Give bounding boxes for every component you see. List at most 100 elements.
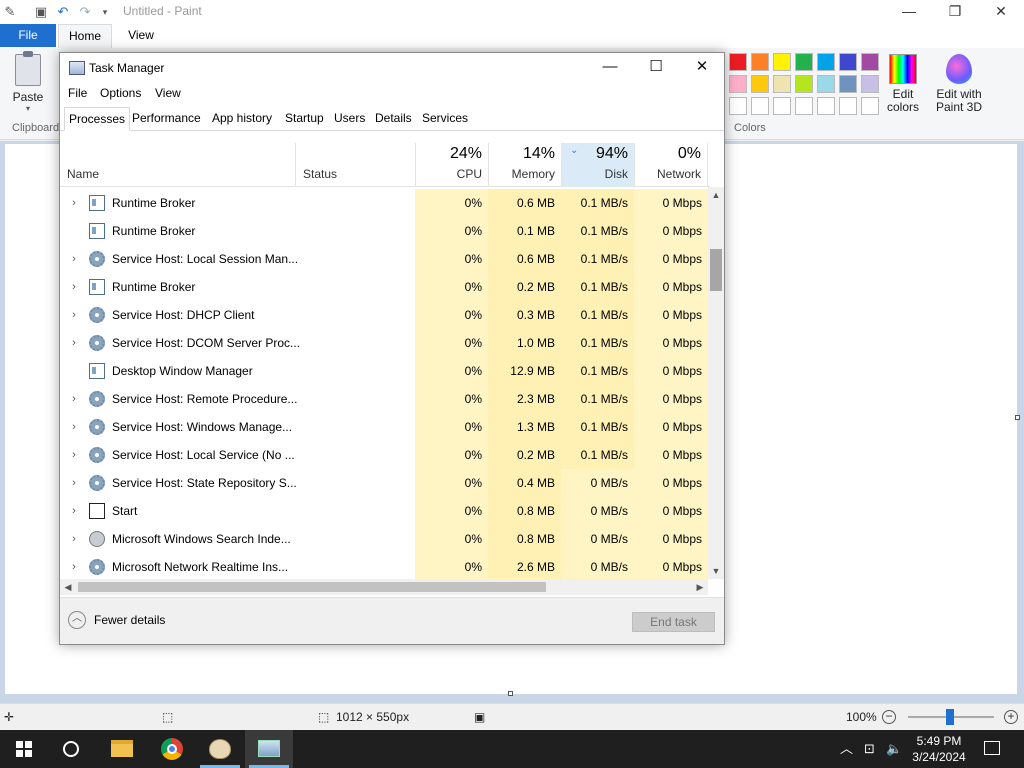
tab-processes[interactable]: Processes	[64, 107, 131, 131]
process-row[interactable]: Desktop Window Manager 0% 12.9 MB 0.1 MB/s 0…	[60, 357, 708, 385]
expand-chevron-icon[interactable]: ›	[69, 189, 79, 217]
scroll-up-icon[interactable]: ▲	[708, 187, 724, 203]
menu-file[interactable]: File	[68, 86, 87, 100]
process-list-vertical-scrollbar[interactable]: ▲ ▼	[708, 187, 724, 579]
empty-color-swatch[interactable]	[795, 97, 813, 115]
zoom-slider-thumb[interactable]	[946, 709, 954, 725]
expand-chevron-icon[interactable]: ›	[69, 525, 79, 553]
column-header-name[interactable]: Name	[60, 143, 295, 187]
expand-chevron-icon[interactable]: ›	[69, 413, 79, 441]
process-row[interactable]: › Service Host: Local Session Man... 0% 0.6…	[60, 245, 708, 273]
start-button[interactable]	[0, 730, 48, 768]
color-swatch[interactable]	[751, 53, 769, 71]
taskbar-chrome[interactable]	[148, 730, 196, 768]
expand-chevron-icon[interactable]: ›	[69, 329, 79, 357]
taskbar-file-explorer[interactable]	[98, 730, 146, 768]
expand-chevron-icon[interactable]: ›	[69, 553, 79, 579]
paste-button[interactable]: Paste ▾	[8, 51, 48, 122]
taskbar-task-manager[interactable]	[245, 730, 293, 768]
process-row[interactable]: › Service Host: Remote Procedure... 0% 2.3 …	[60, 385, 708, 413]
empty-color-swatch[interactable]	[729, 97, 747, 115]
expand-chevron-icon[interactable]: ›	[69, 469, 79, 497]
canvas-resize-handle-right[interactable]	[1015, 415, 1020, 420]
tm-close-button[interactable]: ✕	[679, 53, 725, 83]
color-swatch[interactable]	[839, 53, 857, 71]
process-row[interactable]: › Service Host: DHCP Client 0% 0.3 MB 0.1 MB…	[60, 301, 708, 329]
empty-color-swatch[interactable]	[839, 97, 857, 115]
expand-chevron-icon[interactable]: ›	[69, 301, 79, 329]
edit-with-paint3d-button[interactable]: Edit with Paint 3D	[930, 52, 988, 114]
undo-icon[interactable]: ↶	[55, 4, 71, 20]
process-row[interactable]: › Microsoft Windows Search Inde... 0% 0.8 M…	[60, 525, 708, 553]
process-row[interactable]: › Service Host: Windows Manage... 0% 1.3 MB…	[60, 413, 708, 441]
expand-chevron-icon[interactable]: ›	[69, 245, 79, 273]
system-clock[interactable]: 5:49 PM 3/24/2024	[908, 733, 970, 765]
expand-chevron-icon[interactable]: ›	[69, 273, 79, 301]
process-row[interactable]: › Runtime Broker 0% 0.6 MB 0.1 MB/s 0 Mbps	[60, 189, 708, 217]
customize-qat-icon[interactable]: ▾	[97, 4, 113, 20]
column-header-memory[interactable]: 14% Memory	[489, 143, 561, 187]
color-swatch[interactable]	[729, 53, 747, 71]
color-swatch[interactable]	[795, 75, 813, 93]
horizontal-scroll-thumb[interactable]	[78, 582, 546, 592]
tab-app-history[interactable]: App history	[208, 107, 276, 131]
task-manager-titlebar[interactable]: Task Manager — ☐ ✕	[60, 53, 724, 83]
process-row[interactable]: Runtime Broker 0% 0.1 MB 0.1 MB/s 0 Mbps	[60, 217, 708, 245]
menu-view[interactable]: View	[155, 86, 181, 100]
column-header-network[interactable]: 0% Network	[635, 143, 707, 187]
expand-chevron-icon[interactable]: ›	[69, 441, 79, 469]
color-swatch[interactable]	[751, 75, 769, 93]
menu-options[interactable]: Options	[100, 86, 141, 100]
zoom-in-icon[interactable]: +	[1004, 710, 1018, 724]
paint-maximize-button[interactable]: ❐	[932, 0, 978, 24]
process-row[interactable]: › Microsoft Network Realtime Ins... 0% 2.6 …	[60, 553, 708, 579]
empty-color-swatch[interactable]	[861, 97, 879, 115]
color-swatch[interactable]	[839, 75, 857, 93]
tab-startup[interactable]: Startup	[281, 107, 328, 131]
process-row[interactable]: › Service Host: DCOM Server Proc... 0% 1.0 …	[60, 329, 708, 357]
paint-minimize-button[interactable]: —	[886, 0, 932, 24]
color-swatch[interactable]	[729, 75, 747, 93]
tab-services[interactable]: Services	[418, 107, 472, 131]
color-swatch[interactable]	[861, 75, 879, 93]
process-row[interactable]: › Service Host: Local Service (No ... 0% 0.…	[60, 441, 708, 469]
tab-file[interactable]: File	[0, 24, 56, 47]
taskbar-paint[interactable]	[196, 730, 244, 768]
tab-view[interactable]: View	[118, 24, 164, 48]
column-header-disk[interactable]: ⌄ 94% Disk	[562, 143, 634, 187]
action-center-icon[interactable]	[984, 741, 1000, 755]
end-task-button[interactable]: End task	[632, 612, 715, 632]
tab-performance[interactable]: Performance	[128, 107, 205, 131]
edit-colors-button[interactable]: Edit colors	[882, 52, 924, 114]
process-list-horizontal-scrollbar[interactable]: ◀ ▶	[60, 579, 708, 595]
scroll-left-icon[interactable]: ◀	[60, 579, 76, 595]
paint-close-button[interactable]: ✕	[978, 0, 1024, 24]
vertical-scroll-thumb[interactable]	[710, 249, 722, 291]
tab-details[interactable]: Details	[371, 107, 416, 131]
tab-users[interactable]: Users	[330, 107, 369, 131]
color-swatch[interactable]	[861, 53, 879, 71]
canvas-resize-handle-bottom[interactable]	[508, 691, 513, 696]
cortana-button[interactable]	[48, 730, 96, 768]
column-header-power[interactable]: P	[708, 143, 712, 187]
color-swatch[interactable]	[795, 53, 813, 71]
zoom-out-icon[interactable]: −	[882, 710, 896, 724]
tm-maximize-button[interactable]: ☐	[633, 53, 679, 83]
process-row[interactable]: › Start 0% 0.8 MB 0 MB/s 0 Mbps	[60, 497, 708, 525]
process-row[interactable]: › Service Host: State Repository S... 0% 0.…	[60, 469, 708, 497]
color-swatch[interactable]	[817, 53, 835, 71]
expand-chevron-icon[interactable]: ›	[69, 385, 79, 413]
tm-minimize-button[interactable]: —	[587, 53, 633, 83]
color-swatch[interactable]	[773, 53, 791, 71]
empty-color-swatch[interactable]	[817, 97, 835, 115]
process-row[interactable]: › Runtime Broker 0% 0.2 MB 0.1 MB/s 0 Mbps	[60, 273, 708, 301]
show-hidden-icons-icon[interactable]: ︿	[840, 741, 853, 757]
color-swatch[interactable]	[773, 75, 791, 93]
paste-dropdown-icon[interactable]: ▾	[8, 104, 48, 113]
save-icon[interactable]: ▣	[33, 4, 49, 20]
scroll-right-icon[interactable]: ▶	[692, 579, 708, 595]
redo-icon[interactable]: ↷	[77, 4, 93, 20]
column-header-cpu[interactable]: 24% CPU	[416, 143, 488, 187]
column-header-status[interactable]: Status	[296, 143, 415, 187]
volume-muted-icon[interactable]: 🔈	[886, 741, 902, 757]
